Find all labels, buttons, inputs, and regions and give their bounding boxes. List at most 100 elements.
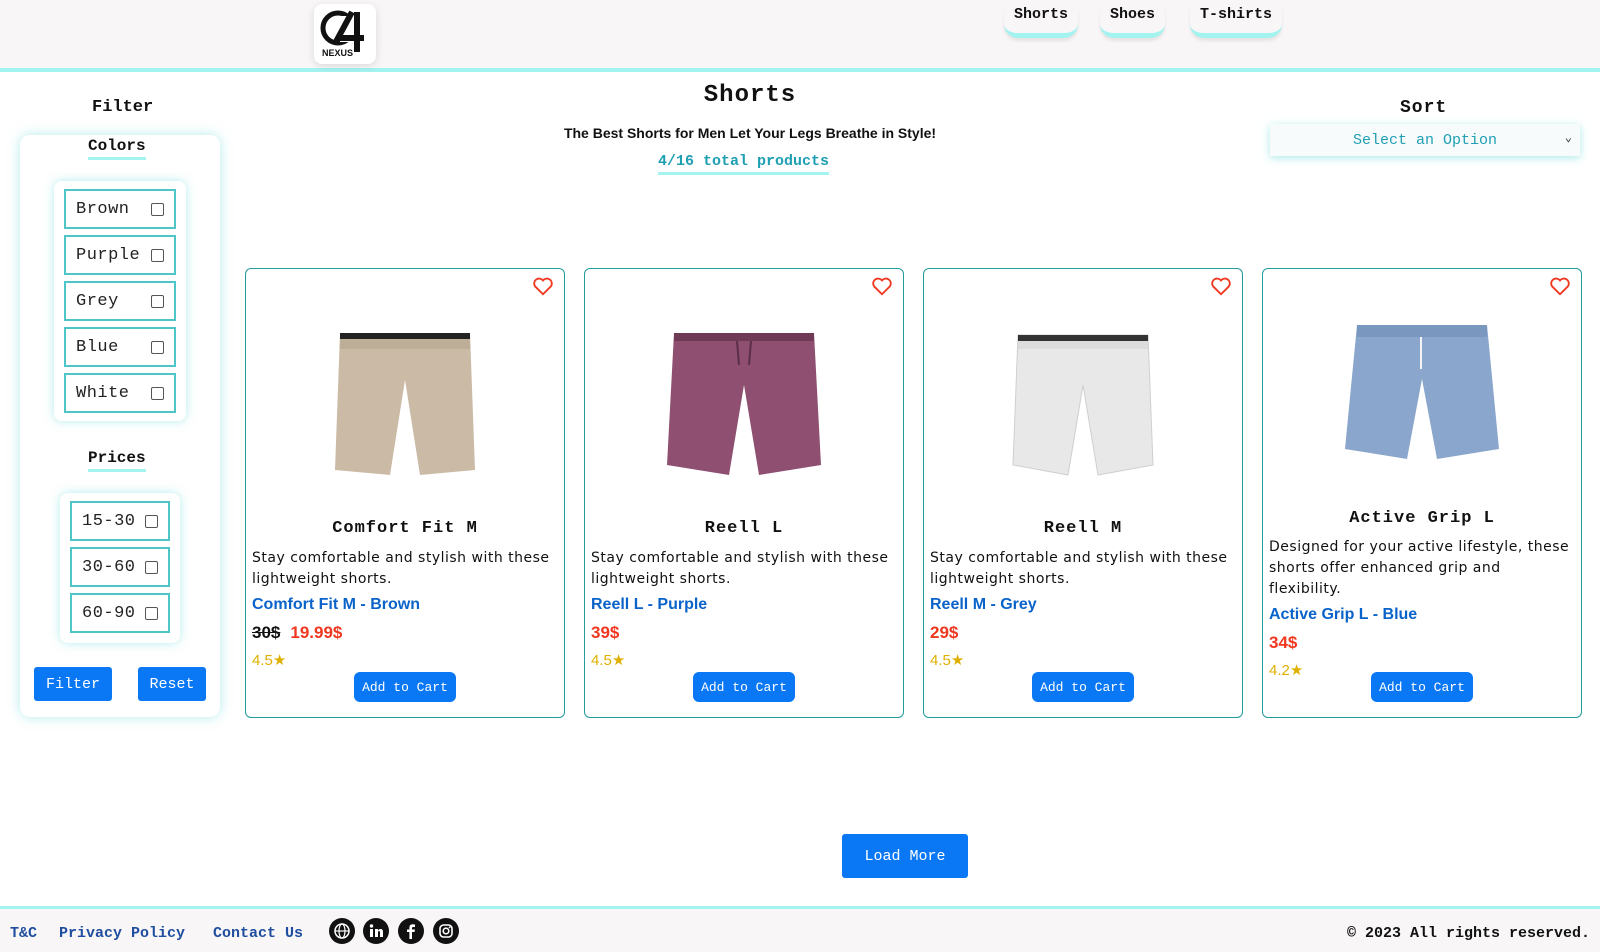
footer-link-tc[interactable]: T&C	[10, 925, 37, 942]
product-link[interactable]: Active Grip L - Blue	[1269, 606, 1417, 624]
product-image[interactable]	[1263, 319, 1581, 479]
product-description: Stay comfortable and stylish with these …	[591, 550, 889, 587]
color-option-brown[interactable]: Brown	[64, 189, 176, 229]
nav-shorts[interactable]: Shorts	[1004, 0, 1079, 38]
price: 34$	[1269, 633, 1298, 652]
add-to-cart-button[interactable]: Add to Cart	[1032, 672, 1134, 702]
sort-select[interactable]: Select an Option ⌄	[1270, 124, 1580, 156]
rating: 4.5★	[252, 652, 287, 669]
price-row: 34$	[1269, 633, 1297, 653]
price-option-60-90[interactable]: 60-90	[70, 593, 170, 633]
product-link[interactable]: Reell M - Grey	[930, 596, 1037, 614]
price: 29$	[930, 623, 959, 642]
facebook-icon[interactable]	[398, 918, 424, 944]
brand-logo[interactable]: NEXUS	[314, 4, 376, 64]
color-label: White	[76, 383, 130, 403]
product-image[interactable]	[585, 325, 903, 485]
add-to-cart-button[interactable]: Add to Cart	[354, 672, 456, 702]
color-label: Purple	[76, 245, 141, 265]
rating: 4.5★	[930, 652, 965, 669]
shorts-image	[1345, 325, 1499, 459]
price-label: 60-90	[82, 603, 136, 623]
product-description: Stay comfortable and stylish with these …	[252, 550, 550, 587]
instagram-icon[interactable]	[433, 918, 459, 944]
footer-link-privacy[interactable]: Privacy Policy	[59, 925, 185, 942]
colors-heading: Colors	[88, 137, 146, 160]
logo-icon: NEXUS	[320, 10, 364, 58]
shorts-image	[1012, 334, 1154, 476]
old-price: 30$	[252, 623, 281, 642]
price-option-15-30[interactable]: 15-30	[70, 501, 170, 541]
price-option-30-60[interactable]: 30-60	[70, 547, 170, 587]
colors-group: Brown Purple Grey Blue White	[54, 181, 186, 421]
product-image[interactable]	[246, 325, 564, 485]
price-row: 29$	[930, 623, 958, 643]
checkbox[interactable]	[151, 248, 164, 262]
product-card: Active Grip L Designed for your active l…	[1262, 268, 1582, 718]
reset-button[interactable]: Reset	[138, 667, 206, 701]
chevron-down-icon: ⌄	[1564, 131, 1572, 145]
color-option-grey[interactable]: Grey	[64, 281, 176, 321]
product-name: Active Grip L	[1349, 509, 1495, 528]
product-link[interactable]: Reell L - Purple	[591, 596, 707, 614]
rating: 4.5★	[591, 652, 626, 669]
price-row: 30$ 19.99$	[252, 623, 342, 643]
footer: T&C Privacy Policy Contact Us © 2023 All…	[0, 906, 1600, 952]
product-description: Designed for your active lifestyle, thes…	[1269, 539, 1570, 597]
globe-icon[interactable]	[329, 918, 355, 944]
heart-icon[interactable]	[871, 275, 893, 297]
checkbox[interactable]	[151, 386, 164, 400]
sort-selected-value: Select an Option	[1352, 131, 1498, 149]
prices-group: 15-30 30-60 60-90	[60, 493, 180, 643]
page-subtitle: The Best Shorts for Men Let Your Legs Br…	[563, 125, 937, 141]
color-option-purple[interactable]: Purple	[64, 235, 176, 275]
price-label: 30-60	[82, 557, 136, 577]
heart-icon[interactable]	[532, 275, 554, 297]
filter-title: Filter	[92, 98, 154, 117]
add-to-cart-button[interactable]: Add to Cart	[693, 672, 795, 702]
color-label: Blue	[76, 337, 119, 357]
filter-panel: Colors Brown Purple Grey Blue White Pric…	[20, 135, 220, 717]
color-option-blue[interactable]: Blue	[64, 327, 176, 367]
nav-shoes[interactable]: Shoes	[1100, 0, 1166, 38]
checkbox[interactable]	[145, 606, 158, 620]
price-row: 39$	[591, 623, 619, 643]
product-name: Reell M	[1043, 519, 1123, 538]
footer-link-contact[interactable]: Contact Us	[213, 925, 303, 942]
add-to-cart-button[interactable]: Add to Cart	[1371, 672, 1473, 702]
product-name: Reell L	[704, 519, 784, 538]
product-card: Reell M Stay comfortable and stylish wit…	[923, 268, 1243, 718]
price: 19.99$	[290, 623, 343, 642]
product-name: Comfort Fit M	[332, 519, 478, 538]
checkbox[interactable]	[151, 294, 164, 308]
color-label: Grey	[76, 291, 119, 311]
checkbox[interactable]	[145, 560, 158, 574]
load-more-button[interactable]: Load More	[842, 834, 968, 878]
product-count: 4/16 total products	[658, 153, 830, 175]
filter-button[interactable]: Filter	[34, 667, 112, 701]
product-image[interactable]	[924, 325, 1242, 485]
product-card: Reell L Stay comfortable and stylish wit…	[584, 268, 904, 718]
product-link[interactable]: Comfort Fit M - Brown	[252, 596, 420, 614]
page-title: Shorts	[703, 82, 797, 109]
header: NEXUS Shorts Shoes T-shirts	[0, 0, 1600, 72]
price-label: 15-30	[82, 511, 136, 531]
price: 39$	[591, 623, 620, 642]
product-card: Comfort Fit M Stay comfortable and styli…	[245, 268, 565, 718]
product-description: Stay comfortable and stylish with these …	[930, 550, 1228, 587]
checkbox[interactable]	[145, 514, 158, 528]
heart-icon[interactable]	[1210, 275, 1232, 297]
linkedin-icon[interactable]	[363, 918, 389, 944]
svg-text:NEXUS: NEXUS	[322, 48, 353, 58]
color-label: Brown	[76, 199, 130, 219]
shorts-image	[335, 333, 475, 475]
sort-title: Sort	[1400, 98, 1448, 118]
checkbox[interactable]	[151, 202, 164, 216]
heart-icon[interactable]	[1549, 275, 1571, 297]
rating: 4.2★	[1269, 662, 1304, 679]
nav-tshirts[interactable]: T-shirts	[1190, 0, 1283, 38]
checkbox[interactable]	[151, 340, 164, 354]
prices-heading: Prices	[88, 449, 146, 472]
color-option-white[interactable]: White	[64, 373, 176, 413]
shorts-image	[667, 333, 821, 475]
